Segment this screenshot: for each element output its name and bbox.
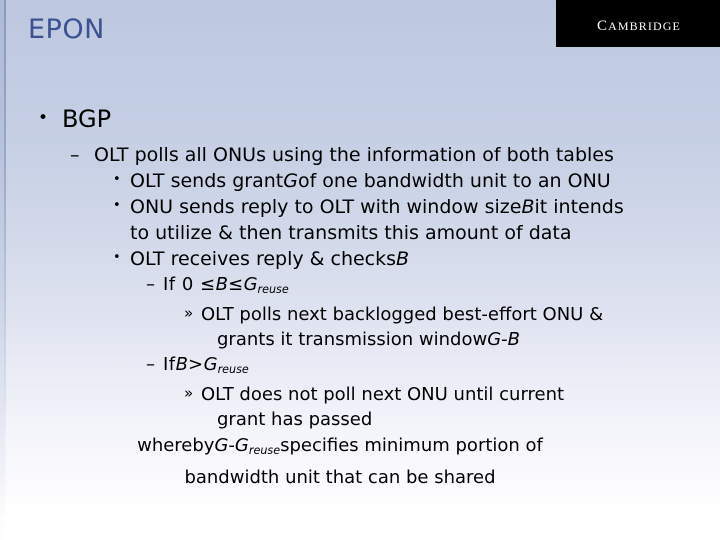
var-cond1-g: G	[243, 274, 258, 295]
cambridge-logo: CAMBRIDGE	[556, 0, 720, 47]
var-sub1-b: B	[507, 329, 521, 351]
bullet-level5-does-not-poll: » OLT does not poll next ONU until curre…	[0, 382, 720, 432]
text-sub2-line2: grant has passed	[217, 409, 373, 431]
bullet-glyph-level4-b: –	[146, 354, 155, 376]
text-reply-wrap: to utilize & then transmits this amount …	[130, 222, 572, 244]
summary-line-2: bandwidth unit that can be shared	[0, 464, 720, 491]
text-reply-prefix: ONU sends reply to OLT with window size	[130, 196, 522, 218]
bullet-level5-polls-next: » OLT polls next backlogged best-effort …	[0, 302, 720, 352]
text-sub1-wrap-prefix: grants it transmission window	[217, 329, 488, 351]
text-cond2-prefix: If	[163, 354, 176, 376]
text-cond1-prefix: If 0 ≤	[163, 274, 216, 295]
subscript-cond2-reuse: reuse	[217, 363, 249, 377]
bullet-glyph-level3-b: •	[113, 198, 121, 213]
bullet-text-polls: OLT polls all ONUs using the information…	[94, 144, 614, 166]
text-cond2-mid: >	[188, 354, 204, 376]
text-whereby-prefix: whereby	[137, 435, 215, 457]
var-reply-b: B	[521, 196, 535, 218]
text-whereby-suffix: specifies minimum portion of	[280, 435, 543, 457]
bullet-glyph-level4-a: –	[146, 274, 155, 295]
var-cond2-g: G	[203, 354, 218, 376]
text-receives-prefix: OLT receives reply & checks	[130, 248, 397, 270]
bullet-level3-sends-reply: • ONU sends reply to OLT with window siz…	[0, 194, 720, 246]
text-cond1-mid: ≤	[227, 274, 244, 295]
bullet-glyph-level2: –	[70, 144, 80, 166]
bullet-text-bgp: BGP	[62, 105, 112, 133]
bullet-level1-bgp: • BGP	[0, 104, 720, 134]
var-cond2-b: B	[175, 354, 189, 376]
var-cond1-b: B	[215, 274, 228, 295]
text-whereby-wrap: bandwidth unit that can be shared	[184, 467, 496, 489]
subscript-whereby-reuse: reuse	[248, 444, 281, 458]
bullet-level2-polls: – OLT polls all ONUs using the informati…	[0, 142, 720, 168]
bullet-glyph-level5-b: »	[184, 384, 194, 403]
bullet-glyph-level1: •	[38, 108, 49, 128]
subscript-cond1-reuse: reuse	[257, 283, 289, 297]
bullet-glyph-level3-a: •	[113, 172, 121, 187]
text-sub2-line1: OLT does not poll next ONU until current	[201, 384, 565, 406]
bullet-glyph-level5-a: »	[184, 304, 194, 323]
bullet-level4-condition-1: – If 0 ≤ B ≤ Greuse	[0, 272, 720, 302]
text-grant-suffix: of one bandwidth unit to an ONU	[297, 170, 611, 192]
var-grant-g: G	[283, 170, 298, 192]
bullet-level3-sends-grant: • OLT sends grant G of one bandwidth uni…	[0, 168, 720, 194]
page-title: EPON	[28, 14, 105, 45]
var-sub1-g: G	[487, 329, 502, 351]
var-whereby-g1: G	[214, 435, 229, 457]
bullet-glyph-level3-c: •	[113, 250, 121, 265]
text-sub1-line2: grants it transmission window G - B	[201, 327, 720, 352]
slide-canvas: EPON CAMBRIDGE • BGP – OLT polls all ONU…	[0, 0, 720, 540]
text-reply-suffix: it intends	[534, 196, 624, 218]
var-whereby-g2: G	[234, 435, 249, 457]
bullet-level4-condition-2: – If B > Greuse	[0, 352, 720, 382]
slide-body: • BGP – OLT polls all ONUs using the inf…	[0, 104, 720, 491]
summary-line-1: whereby G - Greuse specifies minimum por…	[0, 432, 720, 464]
cambridge-logo-text: CAMBRIDGE	[597, 11, 681, 35]
text-sub1-line1: OLT polls next backlogged best-effort ON…	[201, 304, 604, 326]
text-grant-prefix: OLT sends grant	[130, 170, 284, 192]
bullet-level3-receives: • OLT receives reply & checks B	[0, 246, 720, 272]
var-receives-b: B	[396, 248, 410, 270]
